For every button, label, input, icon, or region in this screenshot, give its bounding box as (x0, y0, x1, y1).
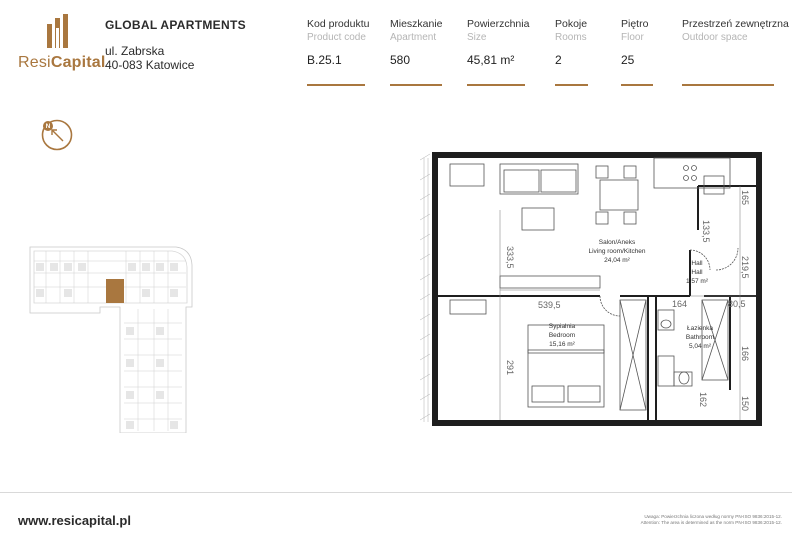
column-underline (682, 84, 774, 86)
column-value: 2 (555, 53, 562, 67)
dimension-label: 333,5 (505, 246, 515, 269)
column-value: 580 (390, 53, 411, 67)
column-label: Mieszkanie (390, 18, 443, 30)
column-value: 25 (621, 53, 635, 67)
area-footnote: Uwaga: Powierzchnia liczona według normy… (602, 514, 782, 526)
room-living-area: 24,04 m² (604, 257, 630, 264)
dimension-label: 133,5 (701, 220, 711, 243)
room-bathroom-name-en: Bathroom (686, 334, 714, 341)
column-underline (467, 84, 525, 86)
column-label: Powierzchnia (467, 18, 530, 30)
column-sublabel: Floor (621, 32, 644, 43)
footer-divider (0, 492, 792, 493)
dimension-label: 219,5 (740, 256, 750, 279)
dimension-label: 164 (672, 299, 687, 309)
address-city: 40-083 Katowice (105, 58, 195, 72)
column-sublabel: Apartment (390, 32, 437, 43)
column-outdoor-space: Przestrzeń zewnętrzna Outdoor space (682, 18, 789, 53)
project-info: GLOBAL APARTMENTS ul. Zabrska 40-083 Kat… (105, 18, 246, 72)
website-link[interactable]: www.resicapital.pl (18, 513, 131, 528)
column-value: B.25.1 (307, 53, 342, 67)
dimension-label: 80,5 (728, 299, 746, 309)
building-logo-icon (47, 14, 68, 48)
column-label: Piętro (621, 18, 649, 30)
room-hall-name-en: Hall (691, 269, 703, 276)
dimension-label: 150 (740, 396, 750, 411)
room-hall-area: 1,57 m² (686, 278, 709, 285)
column-rooms: Pokoje Rooms 2 (555, 18, 587, 67)
column-product-code: Kod produktu Product code B.25.1 (307, 18, 369, 67)
column-floor: Piętro Floor 25 (621, 18, 648, 67)
building-key-plan (29, 246, 193, 433)
column-apartment: Mieszkanie Apartment 580 (390, 18, 443, 67)
room-bedroom-name-pl: Sypialnia (549, 323, 576, 330)
dimension-label: 539,5 (538, 300, 561, 310)
column-label: Pokoje (555, 18, 588, 30)
dimension-label: 291 (505, 360, 515, 375)
room-bedroom-area: 15,16 m² (549, 341, 575, 348)
dimension-label: 162 (698, 392, 708, 407)
column-underline (307, 84, 365, 86)
column-underline (555, 84, 588, 86)
dimension-label: 165 (740, 190, 750, 205)
room-bathroom-name-pl: Łazienka (687, 325, 713, 332)
project-address: ul. Zabrska 40-083 Katowice (105, 44, 246, 72)
selected-apartment-marker (106, 279, 124, 303)
footnote-line-en: Attention: The area is determined as the… (640, 520, 782, 525)
north-compass-icon: N (41, 119, 73, 151)
room-bathroom-area: 5,04 m² (689, 343, 712, 350)
apartment-floor-plan: 333,5 539,5 291 165 133,5 219,5 164 80,5… (420, 152, 762, 426)
project-name: GLOBAL APARTMENTS (105, 18, 246, 32)
room-bedroom-name-en: Bedroom (549, 332, 575, 339)
column-label: Kod produktu (307, 18, 370, 30)
column-size: Powierzchnia Size 45,81 m² (467, 18, 529, 67)
dimension-label: 166 (740, 346, 750, 361)
column-sublabel: Product code (307, 32, 366, 43)
room-living-name-pl: Salon/Aneks (599, 239, 636, 246)
column-sublabel: Size (467, 32, 487, 43)
room-hall-name-pl: Hall (691, 260, 703, 267)
column-underline (621, 84, 653, 86)
resicapital-logo[interactable]: ResiCapital (18, 14, 105, 74)
column-sublabel: Outdoor space (682, 32, 748, 43)
compass-letter: N (46, 123, 51, 130)
room-living-name-en: Living room/Kitchen (588, 248, 645, 255)
column-value: 45,81 m² (467, 53, 515, 67)
column-label: Przestrzeń zewnętrzna (682, 18, 789, 30)
column-underline (390, 84, 442, 86)
brand-name: ResiCapital (18, 54, 106, 71)
address-street: ul. Zabrska (105, 44, 165, 58)
column-sublabel: Rooms (555, 32, 587, 43)
